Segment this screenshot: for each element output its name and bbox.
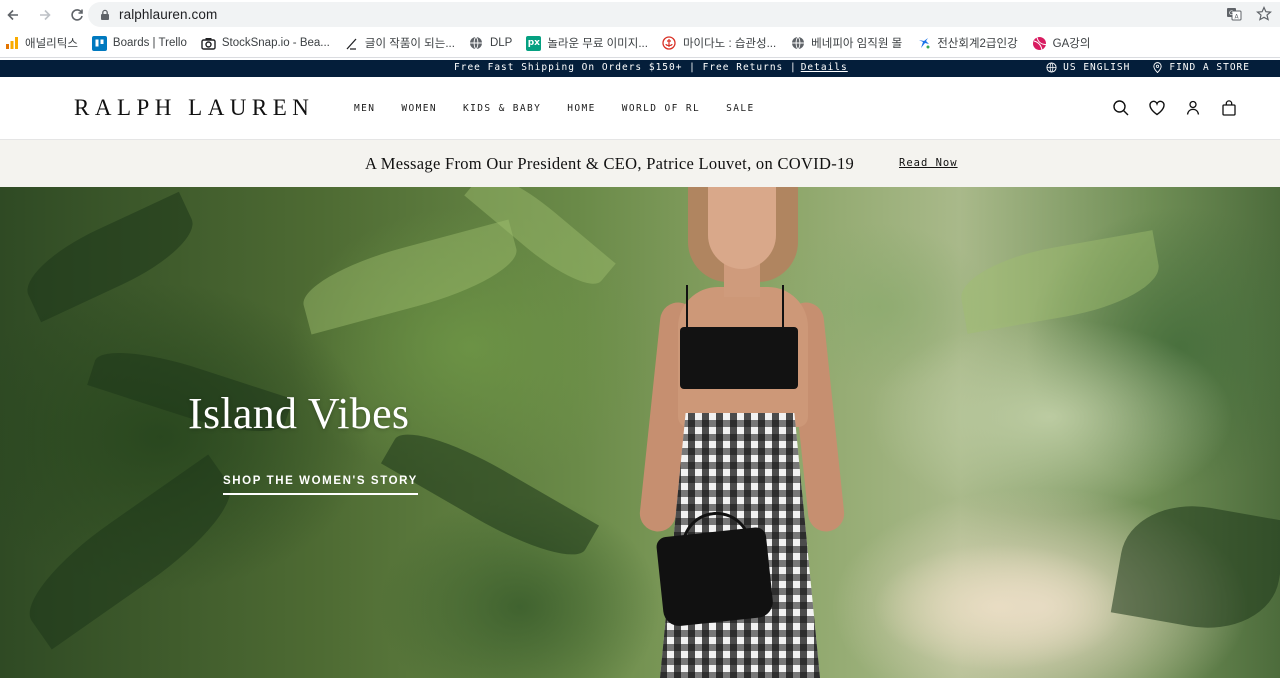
bookmark-label: 글이 작품이 되는... (364, 38, 455, 50)
bookmark-dlp[interactable]: DLP (469, 36, 512, 51)
pexels-icon: px (526, 35, 542, 51)
palm-leaf (11, 454, 249, 650)
bookmarks-bar: 애널리틱스 Boards | Trello StockSnap.io - Bea… (0, 29, 1280, 58)
bookmark-star-icon[interactable] (1256, 6, 1272, 22)
url-text: ralphlauren.com (119, 7, 218, 22)
bookmark-trello[interactable]: Boards | Trello (91, 35, 187, 51)
announcement-message: A Message From Our President & CEO, Patr… (365, 154, 855, 173)
announcement-banner: A Message From Our President & CEO, Patr… (0, 140, 1280, 187)
shop-womens-story-link[interactable]: SHOP THE WOMEN'S STORY (223, 475, 418, 495)
bookmark-accounting[interactable]: 전산회계2급인강 (916, 35, 1018, 51)
language-label: US ENGLISH (1063, 62, 1131, 73)
svg-text:G: G (1229, 10, 1234, 17)
globe-icon (1046, 62, 1057, 73)
search-icon[interactable] (1112, 99, 1130, 117)
hero-banner[interactable]: Island Vibes SHOP THE WOMEN'S STORY (0, 187, 1280, 678)
bookmark-label: 베네피아 임직원 몰 (811, 38, 903, 50)
find-a-store-label: FIND A STORE (1169, 62, 1250, 73)
promo-details-link[interactable]: Details (801, 62, 848, 73)
bookmark-pexels[interactable]: px 놀라운 무료 이미지... (526, 35, 648, 51)
back-arrow-icon (7, 9, 18, 20)
translate-icon[interactable]: GA (1226, 6, 1242, 22)
nav-men[interactable]: MEN (354, 103, 375, 114)
ball-icon (1032, 36, 1047, 51)
bookmark-label: DLP (489, 37, 513, 49)
nav-home[interactable]: HOME (567, 103, 595, 114)
promo-message: Free Fast Shipping On Orders $150+ | Fre… (454, 62, 848, 73)
ralph-lauren-logo[interactable]: RALPH LAUREN (74, 95, 314, 121)
promo-text: Free Fast Shipping On Orders $150+ | Fre… (454, 62, 797, 73)
star-logo-icon (916, 36, 931, 51)
main-navigation: MEN WOMEN KIDS & BABY HOME WORLD OF RL S… (354, 103, 781, 114)
bookmark-label: 마이다노 : 습관성... (682, 38, 777, 50)
hero-title: Island Vibes (188, 389, 410, 438)
site-header: RALPH LAUREN MEN WOMEN KIDS & BABY HOME … (0, 77, 1280, 140)
palm-leaf (15, 191, 205, 323)
bookmark-label: StockSnap.io - Bea... (221, 37, 330, 49)
find-a-store-link[interactable]: FIND A STORE (1152, 62, 1250, 73)
wishlist-heart-icon[interactable] (1148, 99, 1166, 117)
bookmark-label: 애널리틱스 (25, 38, 78, 50)
bookmark-label: 놀라운 무료 이미지... (547, 38, 648, 50)
nav-sale[interactable]: SALE (726, 103, 754, 114)
bookmark-stocksnap[interactable]: StockSnap.io - Bea... (201, 36, 330, 51)
back-button[interactable] (2, 4, 24, 26)
bookmark-label: 전산회계2급인강 (937, 38, 1018, 50)
tree-foliage (955, 230, 1165, 334)
shopping-bag-icon[interactable] (1220, 99, 1238, 117)
anchor-icon (662, 36, 677, 51)
bookmark-brunch[interactable]: 글이 작품이 되는... (344, 35, 455, 51)
bookmark-label: GA강의 (1052, 38, 1091, 50)
model-figure (620, 187, 850, 678)
palm-leaf (295, 219, 525, 335)
promo-bar: Free Fast Shipping On Orders $150+ | Fre… (0, 60, 1280, 77)
nav-kids-baby[interactable]: KIDS & BABY (463, 103, 541, 114)
nav-women[interactable]: WOMEN (401, 103, 437, 114)
browser-toolbar: ralphlauren.com GA (0, 0, 1280, 29)
language-selector[interactable]: US ENGLISH (1046, 62, 1130, 73)
globe-icon (790, 36, 805, 51)
reload-icon (71, 8, 83, 21)
bookmark-label: Boards | Trello (112, 37, 187, 49)
location-pin-icon (1153, 62, 1162, 73)
address-bar[interactable]: ralphlauren.com GA (88, 2, 1280, 27)
trello-icon (91, 35, 107, 51)
forward-button[interactable] (34, 4, 56, 26)
globe-icon (469, 36, 484, 51)
read-now-link[interactable]: Read Now (899, 157, 958, 169)
forward-arrow-icon (40, 9, 51, 20)
reload-button[interactable] (66, 4, 88, 26)
pen-icon (344, 36, 359, 51)
bookmark-analytics[interactable]: 애널리틱스 (4, 35, 78, 51)
lock-icon (101, 9, 109, 20)
bookmark-ga-course[interactable]: GA강의 (1032, 35, 1091, 51)
account-icon[interactable] (1184, 99, 1202, 117)
camera-icon (201, 36, 216, 51)
bookmark-mydano[interactable]: 마이다노 : 습관성... (662, 35, 776, 51)
analytics-icon (4, 36, 19, 51)
bookmark-benepia[interactable]: 베네피아 임직원 몰 (790, 35, 902, 51)
nav-world-of-rl[interactable]: WORLD OF RL (622, 103, 700, 114)
